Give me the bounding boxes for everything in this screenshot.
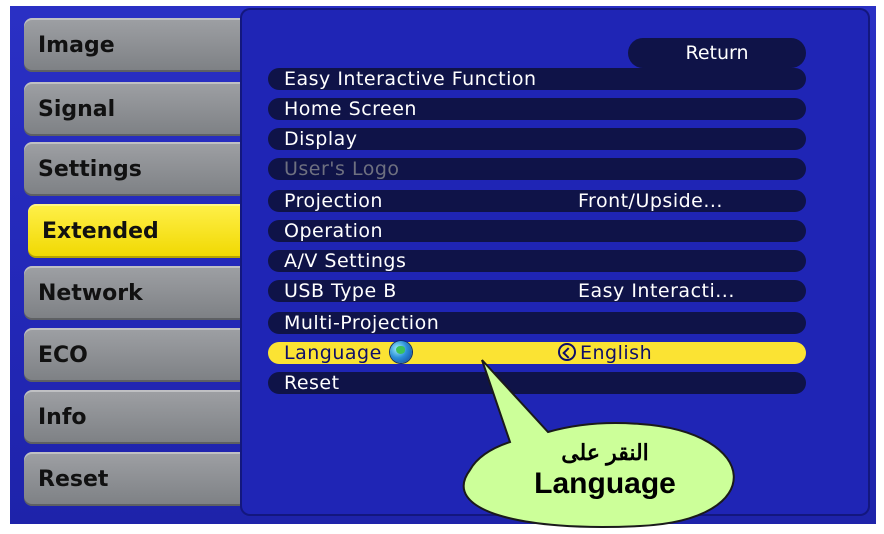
- callout-text: النقر على Language: [460, 440, 750, 502]
- callout-arabic-text: النقر على: [561, 440, 649, 465]
- callout-english-text: Language: [534, 467, 676, 500]
- callout-bubble: [462, 359, 735, 528]
